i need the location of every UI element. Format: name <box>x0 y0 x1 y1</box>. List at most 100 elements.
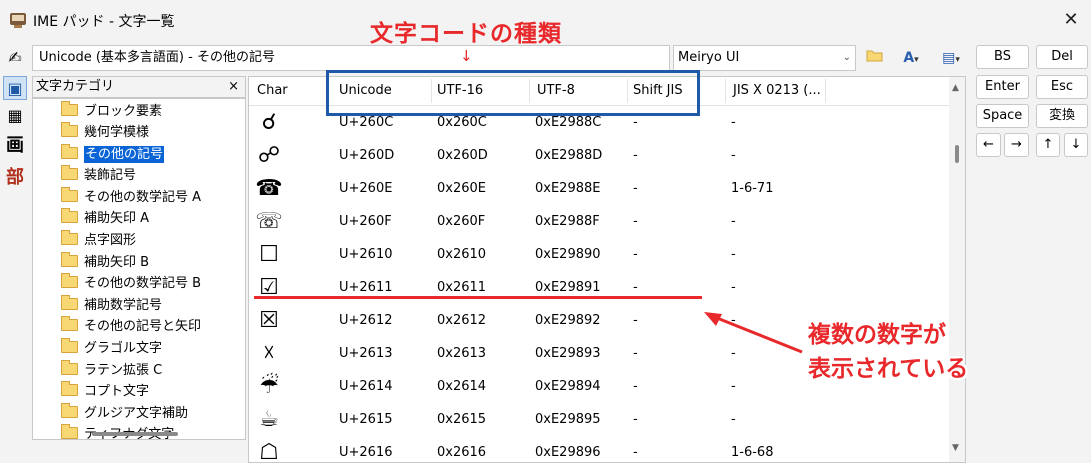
font-style-icon[interactable]: A▾ <box>894 47 928 69</box>
jis-cell: 1-6-68 <box>731 445 774 460</box>
char-cell[interactable]: ☏ <box>255 208 283 236</box>
folder-icon <box>61 273 78 288</box>
tree-item[interactable]: 補助矢印 B <box>61 252 149 273</box>
tree-item[interactable]: グラゴル文字 <box>61 338 162 359</box>
character-grid[interactable]: Char Unicode UTF-16 UTF-8 Shift JIS JIS … <box>248 76 966 463</box>
folder-icon <box>61 403 78 418</box>
henkan-key[interactable]: 変換 <box>1036 104 1088 128</box>
utf16-cell: 0x2612 <box>437 313 487 328</box>
unicode-cell: U+2614 <box>339 379 393 394</box>
unicode-cell: U+260C <box>339 115 394 130</box>
char-cell[interactable]: ☍ <box>255 142 283 170</box>
ime-pad-icon <box>10 13 26 28</box>
tree-horizontal-scroll-thumb[interactable] <box>92 432 178 436</box>
close-icon[interactable]: ✕ <box>1059 8 1083 32</box>
utf16-cell: 0x2615 <box>437 412 487 427</box>
sjis-cell: - <box>633 445 638 460</box>
table-row[interactable]: ☍ U+260D 0x260D 0xE2988D - - <box>249 140 949 173</box>
char-cell[interactable]: ☌ <box>255 109 283 137</box>
bs-key[interactable]: BS <box>976 45 1029 69</box>
annotation-underline <box>254 296 702 299</box>
tree-item[interactable]: コプト文字 <box>61 381 149 402</box>
utf8-cell: 0xE2988C <box>535 115 602 130</box>
char-cell[interactable]: ☐ <box>255 241 283 269</box>
enter-key[interactable]: Enter <box>976 75 1029 99</box>
table-row[interactable]: ☑ U+2611 0x2611 0xE29891 - - <box>249 272 949 305</box>
close-icon[interactable]: × <box>228 77 239 97</box>
tree-item[interactable]: 補助矢印 A <box>61 208 149 229</box>
folder-icon <box>61 338 78 353</box>
sjis-cell: - <box>633 214 638 229</box>
open-folder-icon[interactable] <box>864 47 886 69</box>
stroke-count-button[interactable]: 画 <box>3 134 27 158</box>
tree-item[interactable]: その他の数学記号 B <box>61 273 201 294</box>
esc-key[interactable]: Esc <box>1036 75 1088 99</box>
tree-item[interactable]: 装飾記号 <box>61 165 136 186</box>
chevron-down-icon[interactable]: ⌄ <box>843 46 851 70</box>
font-combo[interactable]: Meiryo UI ⌄ <box>673 45 856 71</box>
view-mode-icon[interactable]: ▤▾ <box>934 47 968 69</box>
folder-icon <box>61 295 78 310</box>
char-cell[interactable]: ☕ <box>255 406 283 434</box>
radical-button[interactable]: 部 <box>3 166 27 190</box>
char-cell[interactable]: ☖ <box>255 439 283 462</box>
jis-cell: - <box>731 214 736 229</box>
jis-cell: - <box>731 412 736 427</box>
arrow-right-key[interactable]: → <box>1004 133 1029 157</box>
scroll-down-icon[interactable]: ▼ <box>952 443 959 453</box>
sjis-cell: - <box>633 115 638 130</box>
table-row[interactable]: ☐ U+2610 0x2610 0xE29890 - - <box>249 239 949 272</box>
utf16-cell: 0x2613 <box>437 346 487 361</box>
arrow-left-key[interactable]: ← <box>976 133 1001 157</box>
arrow-down-key[interactable]: ↓ <box>1064 133 1088 157</box>
column-header-char[interactable]: Char <box>257 83 288 98</box>
font-name: Meiryo UI <box>678 50 740 65</box>
jis-cell: - <box>731 280 736 295</box>
utf16-cell: 0x260D <box>437 148 488 163</box>
unicode-cell: U+2616 <box>339 445 393 460</box>
tree-item[interactable]: ブロック要素 <box>61 101 162 122</box>
scroll-thumb[interactable] <box>955 145 959 163</box>
handwriting-icon[interactable]: ✍ <box>3 46 27 70</box>
char-cell[interactable]: ☓ <box>255 340 283 368</box>
category-combo[interactable]: Unicode (基本多言語面) - その他の記号 <box>32 45 670 71</box>
tree-item[interactable]: その他の数学記号 A <box>61 187 201 208</box>
del-key[interactable]: Del <box>1036 45 1088 69</box>
tree-item[interactable]: 幾何学模様 <box>61 122 149 143</box>
scroll-up-icon[interactable]: ▲ <box>952 83 959 93</box>
char-cell[interactable]: ☎ <box>255 175 283 203</box>
view-mode-glyph: ▤ <box>942 50 956 66</box>
table-row[interactable]: ☕ U+2615 0x2615 0xE29895 - - <box>249 404 949 437</box>
category-tree[interactable]: ブロック要素 幾何学模様 その他の記号 装飾記号 その他の数学記号 A 補助矢印… <box>32 98 246 440</box>
arrow-up-key[interactable]: ↑ <box>1036 133 1060 157</box>
utf8-cell: 0xE2988D <box>535 148 603 163</box>
grid-scrollbar[interactable]: ▲ ▼ <box>949 77 965 462</box>
tree-item[interactable]: 点字図形 <box>61 230 136 251</box>
tool-strip: ✍ ▣ ▦ 画 部 <box>0 42 30 463</box>
tree-item[interactable]: 補助数学記号 <box>61 295 162 316</box>
utf16-cell: 0x2610 <box>437 247 487 262</box>
jis-cell: - <box>731 379 736 394</box>
annotation-note-line1: 複数の数字が <box>808 322 946 348</box>
column-header-jis-x-0213[interactable]: JIS X 0213 (... <box>733 83 821 98</box>
space-key[interactable]: Space <box>976 104 1029 128</box>
jis-cell: - <box>731 148 736 163</box>
folder-icon <box>61 101 78 116</box>
char-cell[interactable]: ☒ <box>255 307 283 335</box>
annotation-note-line2: 表示されている <box>808 356 969 382</box>
tree-item[interactable]: グルジア文字補助 <box>61 403 188 424</box>
table-row[interactable]: ☎ U+260E 0x260E 0xE2988E - 1-6-71 <box>249 173 949 206</box>
keyboard-icon[interactable]: ▦ <box>3 104 27 128</box>
font-style-glyph: A <box>903 50 915 66</box>
char-cell[interactable]: ☔ <box>255 373 283 401</box>
table-row[interactable]: ☖ U+2616 0x2616 0xE29896 - 1-6-68 <box>249 437 949 462</box>
folder-icon <box>61 208 78 223</box>
tree-item-selected[interactable]: その他の記号 <box>61 144 165 165</box>
table-row[interactable]: ☏ U+260F 0x260F 0xE2988F - - <box>249 206 949 239</box>
tree-item[interactable]: ラテン拡張 C <box>61 360 162 381</box>
tree-item[interactable]: その他の記号と矢印 <box>61 316 201 337</box>
utf16-cell: 0x260E <box>437 181 486 196</box>
char-list-icon[interactable]: ▣ <box>3 76 27 100</box>
utf8-cell: 0xE2988E <box>535 181 601 196</box>
unicode-cell: U+2610 <box>339 247 393 262</box>
